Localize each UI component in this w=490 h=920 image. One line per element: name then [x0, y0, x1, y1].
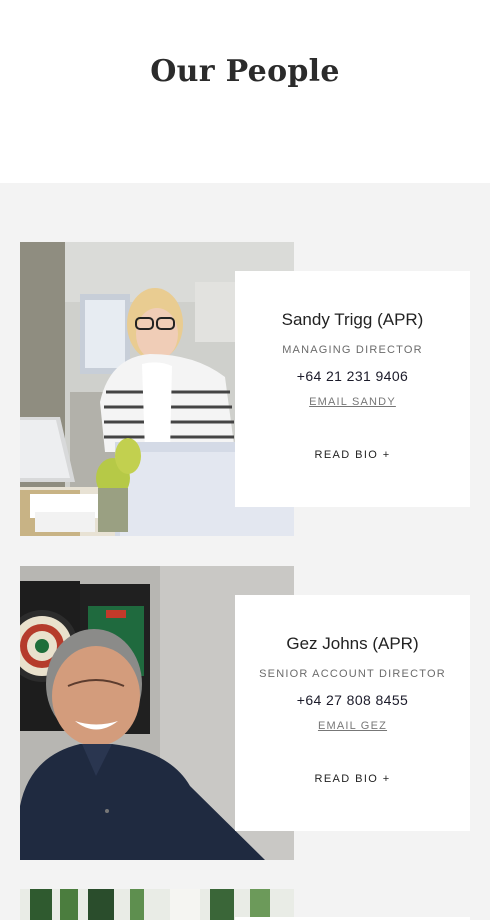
hero-section: Our People — [0, 0, 490, 183]
person-role: MANAGING DIRECTOR — [282, 344, 423, 356]
phone-link[interactable]: +64 21 231 9406 — [235, 368, 470, 384]
person-role: SENIOR ACCOUNT DIRECTOR — [259, 668, 446, 680]
read-bio-button[interactable]: READ BIO + — [235, 449, 470, 461]
person-card-sandy: Sandy Trigg (APR) MANAGING DIRECTOR +64 … — [235, 271, 470, 507]
phone-link[interactable]: +64 27 808 8455 — [235, 692, 470, 708]
person-name: Gez Johns (APR) — [286, 634, 419, 653]
read-bio-button[interactable]: READ BIO + — [235, 773, 470, 785]
email-link[interactable]: EMAIL GEZ — [235, 720, 470, 732]
person-card-gez: Gez Johns (APR) SENIOR ACCOUNT DIRECTOR … — [235, 595, 470, 831]
person-name: Sandy Trigg (APR) — [281, 310, 424, 329]
person-photo-next — [20, 889, 294, 920]
page-title: Our People — [150, 54, 340, 89]
email-link[interactable]: EMAIL SANDY — [235, 396, 470, 408]
